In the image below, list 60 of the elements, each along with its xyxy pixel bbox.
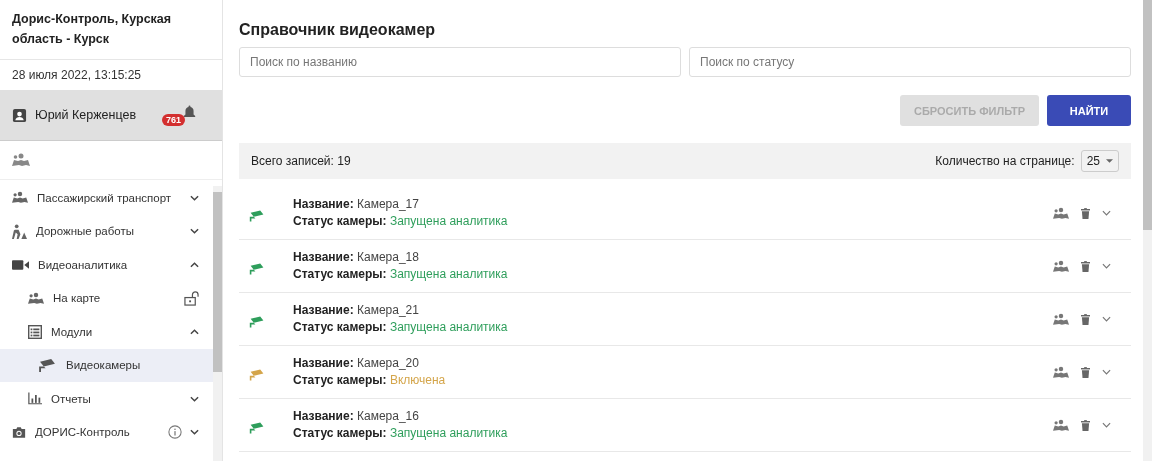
scrollbar[interactable] xyxy=(1143,0,1152,461)
trash-icon[interactable] xyxy=(1081,419,1090,431)
list-icon xyxy=(28,324,42,339)
map-people-icon xyxy=(12,191,28,205)
roadwork-icon xyxy=(12,223,27,239)
trash-icon[interactable] xyxy=(1081,313,1090,325)
person-card-icon xyxy=(12,107,27,123)
menu-item[interactable]: Модули xyxy=(0,315,213,349)
search-field[interactable]: Поиск по статусу xyxy=(689,47,1131,77)
security-camera-icon xyxy=(38,358,57,372)
bar-chart-icon xyxy=(28,392,42,406)
search-field[interactable]: Поиск по названию xyxy=(239,47,681,77)
chevron-icon[interactable] xyxy=(190,429,199,436)
find-button[interactable]: НАЙТИ xyxy=(1047,95,1131,126)
camera-status: Статус камеры: Включена xyxy=(293,372,447,389)
per-page-label: Количество на странице: xyxy=(935,154,1075,168)
chevron-icon[interactable] xyxy=(190,395,199,402)
trash-icon[interactable] xyxy=(1081,207,1090,219)
date-time: 28 июля 2022, 13:15:25 xyxy=(11,67,143,84)
map-people-icon[interactable] xyxy=(1053,418,1069,432)
scrollbar[interactable] xyxy=(213,186,222,461)
menu-item[interactable]: На карте xyxy=(0,281,213,315)
map-people-icon[interactable] xyxy=(1053,259,1069,273)
menu-item[interactable]: ДОРИС-Контроль xyxy=(0,415,213,449)
info-icon[interactable] xyxy=(168,425,182,440)
menu-item[interactable]: Пассажирский транспорт xyxy=(0,181,213,215)
chevron-icon[interactable] xyxy=(190,228,199,235)
camera-name: Название: Камера_21 xyxy=(293,302,420,319)
caret-icon xyxy=(1106,159,1113,163)
per-page-select[interactable]: 25 xyxy=(1080,150,1119,172)
unlocked-padlock-icon[interactable] xyxy=(184,290,199,306)
map-people-icon[interactable] xyxy=(12,153,30,167)
bell-icon[interactable] xyxy=(183,104,196,120)
video-camera-icon xyxy=(12,258,29,271)
camera-name: Название: Камера_20 xyxy=(293,355,420,372)
map-people-icon[interactable] xyxy=(1053,206,1069,220)
chevron-icon[interactable] xyxy=(190,261,199,268)
map-people-icon[interactable] xyxy=(1053,365,1069,379)
photo-camera-icon xyxy=(12,425,26,439)
menu-item[interactable]: Видеоаналитика xyxy=(0,248,213,282)
camera-name: Название: Камера_16 xyxy=(293,408,420,425)
menu-item[interactable]: Видеокамеры xyxy=(0,348,213,382)
camera-status: Статус камеры: Запущена аналитика xyxy=(293,425,509,442)
map-people-icon xyxy=(28,291,44,305)
chevron-icon[interactable] xyxy=(190,194,199,201)
page-title: Справочник видеокамер xyxy=(239,21,437,39)
menu-item[interactable]: Дорожные работы xyxy=(0,214,213,248)
notification-badge: 761 xyxy=(162,114,186,126)
camera-name: Название: Камера_18 xyxy=(293,249,420,266)
trash-icon[interactable] xyxy=(1081,260,1090,272)
map-people-icon[interactable] xyxy=(1053,312,1069,326)
camera-status: Статус камеры: Запущена аналитика xyxy=(293,266,509,283)
camera-name: Название: Камера_17 xyxy=(293,196,420,213)
camera-status: Статус камеры: Запущена аналитика xyxy=(293,319,509,336)
organization-title: Дорис-Контроль, Курская область - Курск xyxy=(0,0,222,60)
chevron-icon[interactable] xyxy=(190,328,199,335)
trash-icon[interactable] xyxy=(1081,366,1090,378)
camera-status: Статус камеры: Запущена аналитика xyxy=(293,213,509,230)
menu-item[interactable]: Отчеты xyxy=(0,382,213,416)
total-records: Всего записей: 19 xyxy=(251,154,352,168)
